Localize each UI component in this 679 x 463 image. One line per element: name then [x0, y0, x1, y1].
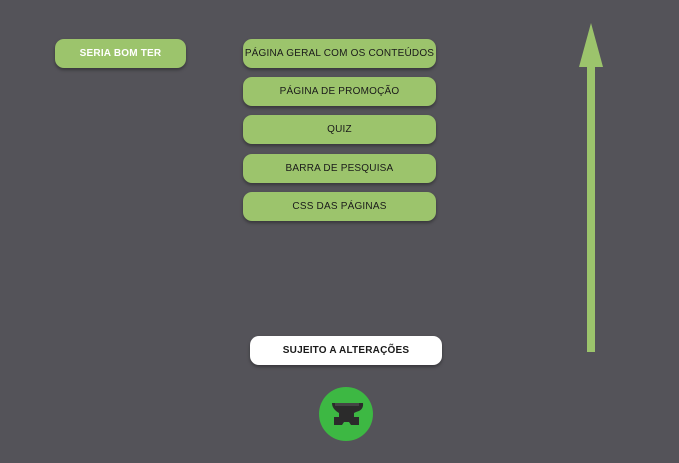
item-css-paginas: CSS DAS PÁGINAS: [243, 192, 436, 221]
anvil-logo-icon: [319, 387, 373, 441]
sujeito-alteracoes-box: SUJEITO A ALTERAÇÕES: [250, 336, 442, 365]
item-barra-pesquisa: BARRA DE PESQUISA: [243, 154, 436, 183]
up-arrow-icon: [579, 23, 603, 352]
seria-bom-ter-box: SERIA BOM TER: [55, 39, 186, 68]
item-pagina-geral: PÁGINA GERAL COM OS CONTEÚDOS: [243, 39, 436, 68]
item-quiz: QUIZ: [243, 115, 436, 144]
item-pagina-promocao: PÁGINA DE PROMOÇÃO: [243, 77, 436, 106]
